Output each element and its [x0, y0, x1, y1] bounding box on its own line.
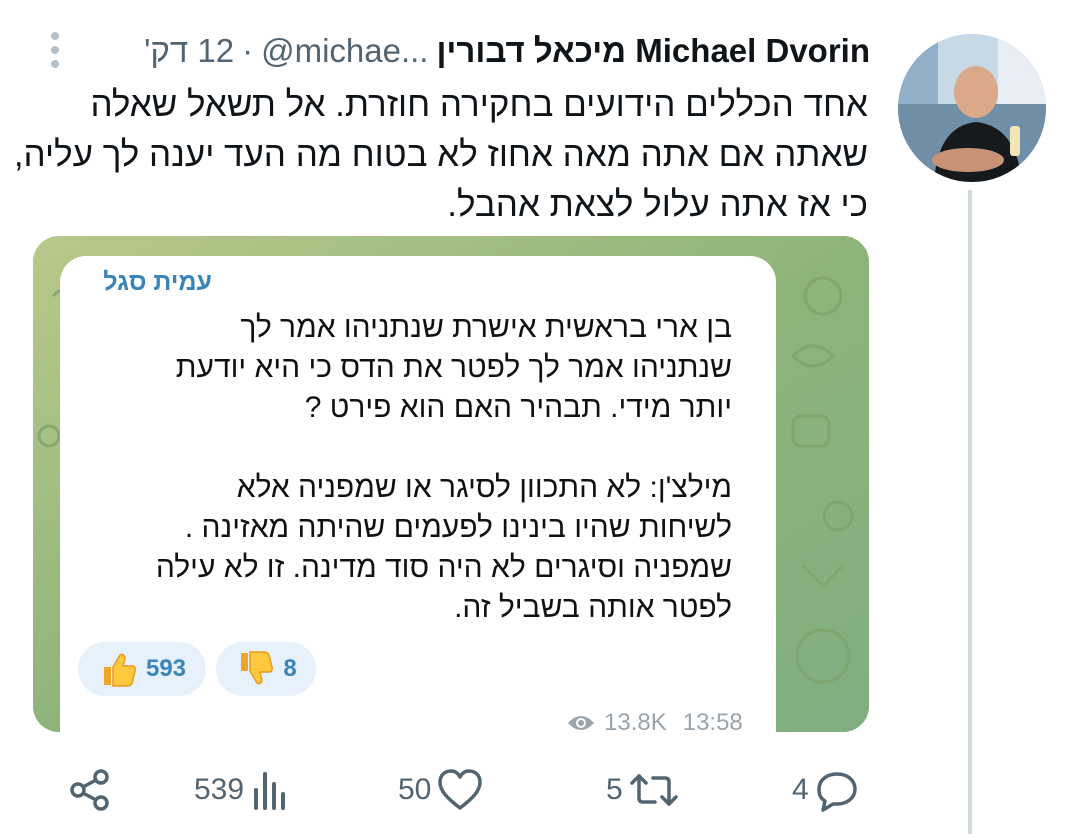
avatar[interactable] [898, 34, 1046, 182]
tweet-header: מיכאל דבורין Michael Dvorin @michae... ·… [144, 28, 870, 74]
like-button[interactable]: 50 [398, 760, 483, 820]
analytics-icon [254, 772, 286, 810]
thread-line [968, 190, 972, 834]
telegram-message-text: בן ארי בראשית אישרת שנתניהו אמר לך שנתני… [96, 308, 732, 628]
message-line: שמפניה וסיגרים לא היה סוד מדינה. זו לא ע… [155, 551, 732, 584]
repost-button[interactable]: 5 [606, 760, 679, 820]
views-count: 539 [194, 773, 245, 806]
author-handle[interactable]: @michae... [261, 32, 428, 70]
thumbs-up-emoji [103, 653, 136, 687]
reply-button[interactable]: 4 [792, 760, 859, 820]
like-count: 50 [398, 773, 432, 806]
message-line: מילצ'ן: לא התכוון לסיגר או שמפניה אלא [236, 471, 732, 504]
views-button[interactable]: 539 [194, 760, 290, 820]
dislike-reaction-count: 8 [283, 655, 297, 682]
telegram-time: 13:58 [682, 709, 743, 736]
message-line: שנתניהו אמר לך לפטר את הדס כי היא יודעת [175, 351, 732, 384]
telegram-sender-name: עמית סגל [103, 268, 212, 296]
tweet-text-line: שאתה אם אתה מאה אחוז לא בטוח מה העד יענה… [13, 135, 868, 174]
more-vertical-icon [51, 32, 59, 68]
header-separator: · [242, 32, 254, 69]
repost-count: 5 [606, 773, 623, 806]
like-reaction-count: 593 [145, 655, 187, 682]
telegram-message-meta: 13.8K 13:58 [566, 708, 743, 738]
reaction-thumbs-down: 8 [216, 642, 316, 696]
share-button[interactable] [68, 760, 112, 820]
tweet-time[interactable]: 12 דק' [144, 32, 234, 70]
tweet-text-line: כי אז אתה עלול לצאת אהבל. [447, 185, 868, 224]
message-line: לפטר אותה בשביל זה. [454, 591, 732, 624]
eye-icon [568, 716, 594, 730]
tweet-text: אחד הכללים הידועים בחקירה חוזרת. אל תשאל… [13, 80, 868, 230]
message-line [96, 428, 732, 468]
message-line: בן ארי בראשית אישרת שנתניהו אמר לך [240, 311, 732, 344]
telegram-views: 13.8K [604, 709, 667, 736]
reply-icon [816, 772, 857, 812]
heart-icon [438, 769, 483, 810]
thumbs-down-emoji [241, 651, 274, 685]
message-line: יותר מידי. תבהיר האם הוא פירט ? [304, 391, 732, 424]
reply-count: 4 [792, 773, 809, 806]
author-name[interactable]: מיכאל דבורין Michael Dvorin [436, 32, 870, 70]
tweet-text-line: אחד הכללים הידועים בחקירה חוזרת. אל תשאל… [90, 85, 868, 124]
share-icon [70, 769, 109, 811]
message-line: לשיחות שהיו בינינו לפעמים שהיתה מאזינה . [184, 511, 732, 544]
more-button[interactable] [40, 30, 70, 70]
repost-icon [629, 774, 678, 806]
reaction-thumbs-up: 593 [78, 642, 206, 696]
